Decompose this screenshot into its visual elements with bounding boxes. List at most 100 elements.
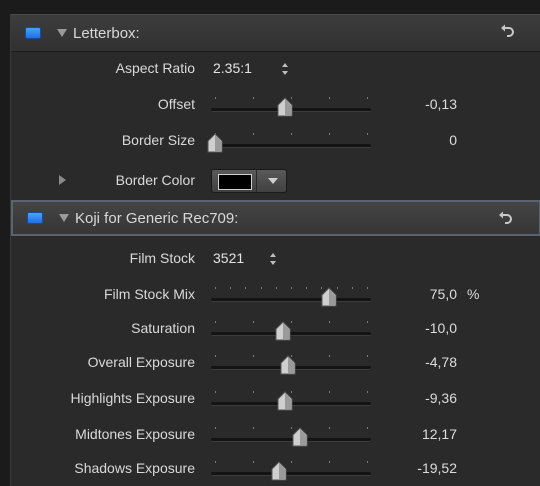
slider-tick (253, 321, 254, 323)
film-stock-mix-label: Film Stock Mix (104, 286, 195, 302)
inspector-panel: Letterbox: Aspect Ratio 2.35:1 Offset -0… (10, 14, 540, 486)
slider-tick (329, 355, 330, 357)
slider-tick (367, 355, 368, 357)
film-stock-mix-unit: % (467, 286, 480, 302)
slider-tick (215, 97, 216, 99)
film-stock-mix-slider[interactable] (207, 286, 375, 308)
slider-tick (329, 427, 330, 429)
shadows-exposure-value[interactable]: -19,52 (391, 460, 457, 476)
letterbox-enable-checkbox[interactable] (25, 27, 41, 39)
slider-tick (215, 391, 216, 393)
slider-tick (367, 133, 368, 135)
border-size-slider[interactable] (207, 132, 375, 154)
border-size-value[interactable]: 0 (391, 132, 457, 148)
overall-exposure-row: Overall Exposure -4,78 (11, 346, 540, 380)
popup-stepper-icon[interactable] (269, 252, 277, 266)
koji-title: Koji for Generic Rec709: (75, 209, 239, 227)
highlights-exposure-value[interactable]: -9,36 (391, 390, 457, 406)
slider-tick (291, 133, 292, 135)
slider-tick (367, 427, 368, 429)
letterbox-title: Letterbox: (73, 24, 140, 42)
slider-tick (306, 287, 308, 289)
slider-tick (291, 287, 292, 289)
popup-stepper-icon[interactable] (281, 62, 289, 76)
collapse-triangle-icon[interactable] (59, 214, 69, 222)
color-dropdown-button[interactable] (256, 170, 287, 192)
slider-tick (215, 287, 216, 289)
slider-tick (329, 97, 330, 99)
reset-icon[interactable] (499, 23, 515, 41)
overall-exposure-slider[interactable] (207, 354, 375, 376)
film-stock-mix-row: Film Stock Mix 75,0 % (11, 278, 540, 312)
slider-tick (253, 427, 254, 429)
slider-tick (260, 287, 262, 289)
slider-knob[interactable] (271, 461, 287, 481)
slider-tick (367, 287, 368, 289)
shadows-exposure-row: Shadows Exposure -19,52 (11, 452, 540, 486)
slider-knob[interactable] (292, 427, 308, 447)
slider-track[interactable] (211, 472, 371, 476)
offset-row: Offset -0,13 (11, 88, 540, 122)
border-color-swatch[interactable] (218, 174, 252, 190)
border-color-label: Border Color (115, 172, 195, 188)
slider-tick (253, 97, 254, 99)
slider-knob[interactable] (277, 97, 293, 117)
midtones-exposure-value[interactable]: 12,17 (391, 426, 457, 442)
slider-tick (329, 461, 330, 463)
film-stock-label: Film Stock (129, 250, 195, 266)
shadows-exposure-label: Shadows Exposure (74, 460, 195, 476)
border-color-row: Border Color (11, 164, 540, 198)
saturation-slider[interactable] (207, 320, 375, 342)
slider-tick (351, 287, 353, 289)
expand-triangle-icon[interactable] (59, 175, 66, 185)
film-stock-row: Film Stock 3521 (11, 242, 540, 276)
slider-tick (329, 321, 330, 323)
offset-value[interactable]: -0,13 (391, 96, 457, 112)
film-stock-popup[interactable]: 3521 (213, 250, 244, 266)
border-size-row: Border Size 0 (11, 124, 540, 158)
slider-tick (230, 287, 232, 289)
chevron-down-icon (268, 178, 278, 184)
slider-tick (253, 391, 254, 393)
slider-tick (253, 133, 254, 135)
slider-tick (215, 461, 216, 463)
slider-tick (367, 321, 368, 323)
midtones-exposure-slider[interactable] (207, 426, 375, 448)
slider-tick (215, 427, 216, 429)
aspect-ratio-popup[interactable]: 2.35:1 (213, 60, 252, 76)
overall-exposure-value[interactable]: -4,78 (391, 354, 457, 370)
shadows-exposure-slider[interactable] (207, 460, 375, 482)
slider-knob[interactable] (275, 321, 291, 341)
border-size-label: Border Size (121, 132, 195, 148)
slider-track[interactable] (211, 144, 371, 148)
offset-slider[interactable] (207, 96, 375, 118)
letterbox-header[interactable]: Letterbox: (11, 14, 540, 52)
midtones-exposure-row: Midtones Exposure 12,17 (11, 418, 540, 452)
saturation-value[interactable]: -10,0 (391, 320, 457, 336)
slider-track[interactable] (211, 438, 371, 442)
slider-tick (367, 97, 368, 99)
aspect-ratio-label: Aspect Ratio (115, 60, 195, 76)
slider-tick (245, 287, 247, 289)
slider-track[interactable] (211, 298, 371, 302)
slider-tick (253, 355, 254, 357)
film-stock-mix-value[interactable]: 75,0 (391, 286, 457, 302)
slider-tick (367, 461, 368, 463)
slider-tick (367, 391, 368, 393)
collapse-triangle-icon[interactable] (57, 29, 67, 37)
slider-knob[interactable] (280, 355, 296, 375)
slider-tick (329, 133, 330, 135)
highlights-exposure-slider[interactable] (207, 390, 375, 412)
saturation-label: Saturation (131, 320, 195, 336)
saturation-row: Saturation -10,0 (11, 312, 540, 346)
slider-knob[interactable] (207, 133, 223, 153)
slider-knob[interactable] (321, 287, 337, 307)
koji-enable-checkbox[interactable] (27, 212, 43, 224)
slider-tick (329, 391, 330, 393)
highlights-exposure-row: Highlights Exposure -9,36 (11, 382, 540, 416)
koji-header[interactable]: Koji for Generic Rec709: (11, 200, 540, 236)
slider-knob[interactable] (277, 391, 293, 411)
reset-icon[interactable] (497, 210, 513, 228)
aspect-ratio-row: Aspect Ratio 2.35:1 (11, 52, 540, 86)
border-color-well[interactable] (211, 169, 287, 193)
